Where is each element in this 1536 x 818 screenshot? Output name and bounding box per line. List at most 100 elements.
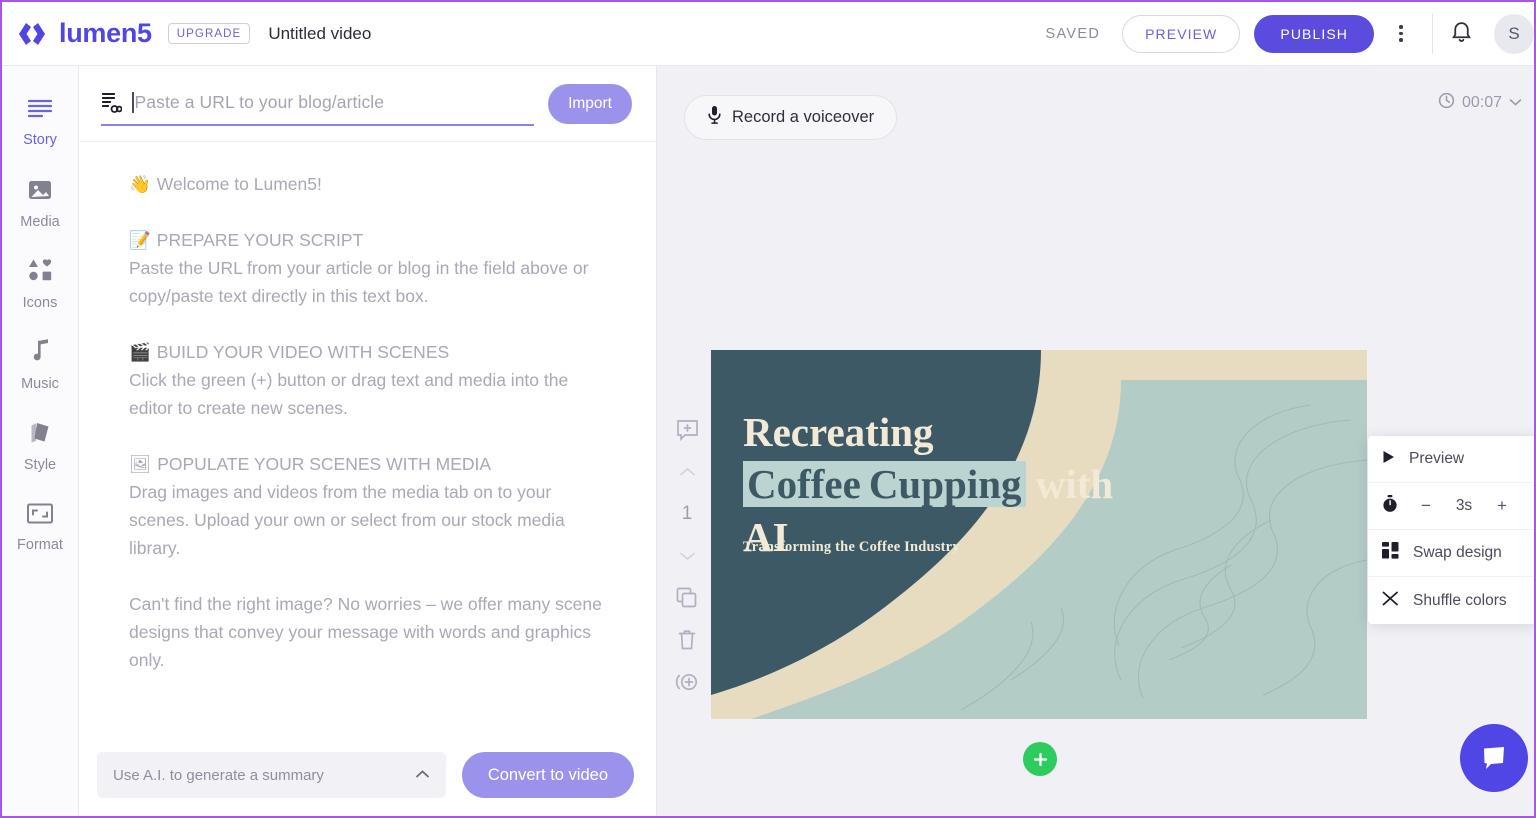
sidebar-item-music[interactable]: Music [2, 325, 78, 406]
lumen5-editor-window: lumen5 UPGRADE Untitled video SAVED PREV… [0, 0, 1536, 818]
script-heading: 👋 Welcome to Lumen5! [129, 170, 616, 198]
stopwatch-icon [1382, 494, 1398, 518]
script-body-text: Paste the URL from your article or blog … [129, 258, 589, 306]
clapper-emoji-icon: 🎬 [129, 342, 151, 362]
header-actions: SAVED PREVIEW PUBLISH S [1046, 2, 1534, 65]
image-icon [27, 178, 53, 207]
sidebar-item-media[interactable]: Media [2, 163, 78, 244]
grid-swap-icon [1382, 542, 1399, 564]
duplicate-icon[interactable] [676, 586, 698, 610]
record-voiceover-label: Record a voiceover [732, 108, 875, 126]
memo-emoji-icon: 📝 [129, 230, 151, 250]
scene-title-highlight: Coffee [743, 461, 865, 508]
lumen5-logo-icon [16, 17, 50, 51]
sidebar-label-format: Format [17, 537, 63, 553]
scene-title-part: Recreating [743, 409, 934, 455]
sidebar-label-style: Style [23, 457, 57, 473]
script-body-text: Can't find the right image? No worries –… [129, 594, 602, 670]
brand[interactable]: lumen5 [16, 17, 152, 51]
script-paragraph: Can't find the right image? No worries –… [129, 590, 616, 674]
scene-subtitle: Transforming the Coffee Industry [743, 539, 960, 555]
record-voiceover-button[interactable]: Record a voiceover [684, 95, 898, 140]
duration-increase-button[interactable]: + [1484, 496, 1520, 516]
script-body-text: Click the green (+) button or drag text … [129, 370, 569, 418]
sidebar-label-media: Media [20, 213, 60, 230]
scene-toolbar: 1 [665, 418, 709, 694]
saved-status: SAVED [1045, 25, 1101, 42]
preview-button[interactable]: PREVIEW [1122, 14, 1241, 53]
script-paragraph: 👋 Welcome to Lumen5! [129, 170, 616, 198]
wave-emoji-icon: 👋 [129, 174, 151, 194]
script-paragraph: 🎬 BUILD YOUR VIDEO WITH SCENES Click the … [129, 338, 616, 422]
sidebar-item-format[interactable]: Format [2, 487, 78, 568]
music-note-icon [29, 339, 51, 369]
context-menu-label-preview: Preview [1409, 450, 1465, 467]
context-menu-label-shuffle-colors: Shuffle colors [1413, 591, 1507, 609]
context-menu-item-shuffle-colors[interactable]: Shuffle colors [1368, 577, 1534, 624]
brand-name: lumen5 [59, 18, 152, 48]
clock-icon [1438, 92, 1455, 114]
import-button[interactable]: Import [548, 83, 632, 124]
sidebar-item-style[interactable]: Style [2, 406, 78, 487]
sidebar-label-story: Story [23, 131, 57, 148]
scene-canvas[interactable]: Recreating Coffee Cupping with AI Transfo… [711, 350, 1367, 719]
ai-summary-label: Use A.I. to generate a summary [113, 766, 324, 784]
duration-value-label: 3s [1455, 497, 1473, 514]
play-icon [1382, 450, 1395, 469]
script-heading-text: BUILD YOUR VIDEO WITH SCENES [156, 342, 450, 362]
script-paragraph: 📝 PREPARE YOUR SCRIPT Paste the URL from … [129, 226, 616, 310]
story-lines-icon [27, 98, 53, 125]
microphone-icon [707, 105, 722, 130]
link-article-icon [101, 92, 122, 114]
script-paragraph: 🖼 POPULATE YOUR SCENES WITH MEDIA Drag im… [129, 450, 616, 562]
script-heading: 📝 PREPARE YOUR SCRIPT [129, 226, 616, 254]
bell-icon[interactable] [1449, 19, 1474, 49]
context-menu-item-swap-design[interactable]: Swap design [1368, 530, 1534, 577]
scene-move-down-icon[interactable] [679, 544, 696, 568]
sidebar-item-story[interactable]: Story [2, 82, 78, 163]
document-title[interactable]: Untitled video [268, 24, 371, 44]
upgrade-button[interactable]: UPGRADE [167, 23, 251, 44]
script-heading-text: PREPARE YOUR SCRIPT [156, 230, 364, 250]
sidebar-item-icons[interactable]: Icons [2, 244, 78, 325]
chat-support-button[interactable] [1460, 724, 1528, 792]
url-input[interactable]: Paste a URL to your blog/article [101, 82, 535, 126]
avatar[interactable]: S [1494, 13, 1534, 54]
header-divider [1432, 13, 1433, 54]
trash-icon[interactable] [677, 628, 697, 652]
shapes-icon [27, 258, 54, 288]
script-heading-text: POPULATE YOUR SCENES WITH MEDIA [157, 454, 492, 474]
script-heading: 🎬 BUILD YOUR VIDEO WITH SCENES [129, 338, 616, 366]
app-header: lumen5 UPGRADE Untitled video SAVED PREV… [2, 2, 1534, 66]
add-scene-button[interactable] [1023, 742, 1057, 776]
sidebar-label-music: Music [21, 376, 59, 392]
ai-summary-dropdown[interactable]: Use A.I. to generate a summary [97, 752, 446, 798]
add-scene-circle-icon[interactable] [675, 670, 700, 694]
script-textarea[interactable]: 👋 Welcome to Lumen5! 📝 PREPARE YOUR SCRIPT… [79, 142, 656, 740]
picture-emoji-icon: 🖼 [129, 454, 152, 474]
add-text-box-icon[interactable] [676, 418, 699, 442]
left-nav-rail: Story Media Icons Music Style Format [2, 66, 79, 816]
convert-to-video-button[interactable]: Convert to video [461, 752, 634, 798]
format-frame-icon [26, 502, 54, 530]
scene-title-highlight: Cupping [864, 461, 1026, 508]
plus-icon [1033, 752, 1047, 766]
context-menu-label-swap-design: Swap design [1413, 544, 1502, 561]
context-menu-item-preview[interactable]: Preview [1368, 436, 1534, 483]
scene-move-up-icon[interactable] [679, 460, 696, 484]
sidebar-label-icons: Icons [22, 295, 58, 311]
script-body-text: Drag images and videos from the media ta… [129, 482, 565, 558]
scene-context-menu: Preview − 3s + Swap design Shuffle color… [1368, 436, 1534, 624]
kebab-menu-icon[interactable] [1384, 17, 1418, 51]
text-caret [132, 92, 134, 113]
publish-button[interactable]: PUBLISH [1254, 14, 1374, 53]
chevron-up-icon [415, 766, 430, 784]
script-heading-text: Welcome to Lumen5! [156, 174, 322, 194]
duration-decrease-button[interactable]: − [1408, 496, 1444, 516]
chevron-down-icon [1509, 94, 1522, 112]
duration-value: 00:07 [1461, 94, 1502, 111]
style-cards-icon [27, 420, 53, 450]
url-import-row: Paste a URL to your blog/article Import [79, 66, 656, 142]
duration-indicator[interactable]: 00:07 [1438, 92, 1522, 114]
story-panel: Paste a URL to your blog/article Import … [79, 66, 657, 816]
